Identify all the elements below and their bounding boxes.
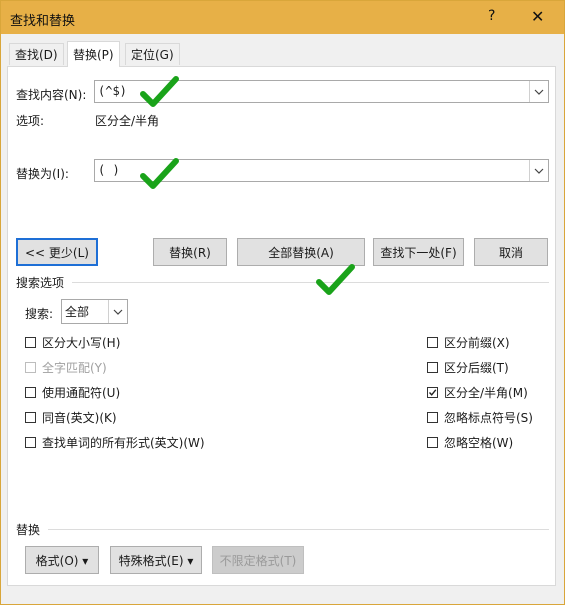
checkbox-match-prefix[interactable]: 区分前缀(X) [427,334,510,351]
title-bar[interactable]: 查找和替换 ? ✕ [1,1,564,34]
close-button[interactable]: ✕ [531,7,544,26]
green-checkmark-icon [140,76,179,107]
find-value: (^$) [98,84,127,98]
checkbox-match-case[interactable]: 区分大小写(H) [25,334,120,351]
checkbox-wildcards[interactable]: 使用通配符(U) [25,384,120,401]
checkbox-box[interactable] [427,362,438,373]
options-label: 选项: [16,114,45,128]
search-direction-select[interactable]: 全部 [61,299,128,324]
checkbox-box[interactable] [427,412,438,423]
tab-replace[interactable]: 替换(P) [67,41,120,67]
special-format-button[interactable]: 特殊格式(E) ▾ [110,546,202,574]
checkbox-label: 区分大小写(H) [42,336,121,350]
chevron-down-icon[interactable] [529,81,548,102]
tab-goto[interactable]: 定位(G) [125,43,180,65]
search-label: 搜索: [25,307,54,321]
green-checkmark-icon [140,158,179,189]
checkbox-ignore-whitespace[interactable]: 忽略空格(W) [427,434,513,451]
checkbox-match-suffix[interactable]: 区分后缀(T) [427,359,509,376]
green-checkmark-icon [316,264,355,295]
checkbox-label: 忽略空格(W) [444,436,514,450]
checkmark-icon [428,389,437,396]
checkbox-box [25,362,36,373]
checkbox-label: 同音(英文)(K) [42,411,117,425]
replace-button[interactable]: 替换(R) [153,238,227,266]
chevron-down-icon[interactable] [529,160,548,181]
replace-section-title: 替换 [16,523,41,537]
format-button[interactable]: 格式(O) ▾ [25,546,99,574]
cancel-button[interactable]: 取消 [474,238,548,266]
find-label: 查找内容(N): [16,88,87,102]
tab-panel [7,66,556,586]
checkbox-box[interactable] [25,337,36,348]
checkbox-box[interactable] [427,337,438,348]
replace-value: ( ) [98,163,120,177]
checkbox-whole-word: 全字匹配(Y) [25,359,107,376]
divider [48,529,549,530]
checkbox-label: 全字匹配(Y) [42,361,107,375]
checkbox-label: 区分前缀(X) [444,336,510,350]
no-format-button: 不限定格式(T) [212,546,304,574]
options-value: 区分全/半角 [95,114,160,128]
search-options-title: 搜索选项 [16,276,65,290]
replace-label: 替换为(I): [16,167,69,181]
checkbox-label: 使用通配符(U) [42,386,121,400]
checkbox-match-width[interactable]: 区分全/半角(M) [427,384,528,401]
checkbox-label: 查找单词的所有形式(英文)(W) [42,436,205,450]
checkbox-label: 忽略标点符号(S) [444,411,533,425]
checkbox-all-word-forms[interactable]: 查找单词的所有形式(英文)(W) [25,434,205,451]
checkbox-ignore-punctuation[interactable]: 忽略标点符号(S) [427,409,533,426]
checkbox-box[interactable] [25,437,36,448]
tab-find[interactable]: 查找(D) [9,43,64,65]
divider [72,282,549,283]
checkbox-box[interactable] [25,412,36,423]
help-button[interactable]: ? [488,8,495,24]
checkbox-label: 区分后缀(T) [444,361,509,375]
window-title: 查找和替换 [10,14,76,29]
search-direction-value: 全部 [65,305,90,319]
checkbox-box[interactable] [25,387,36,398]
chevron-down-icon[interactable] [108,300,127,323]
checkbox-box[interactable] [427,437,438,448]
less-button[interactable]: << 更少(L) [16,238,98,266]
checkbox-sounds-like[interactable]: 同音(英文)(K) [25,409,117,426]
checkbox-label: 区分全/半角(M) [444,386,528,400]
checkbox-box[interactable] [427,387,438,398]
find-next-button[interactable]: 查找下一处(F) [373,238,464,266]
